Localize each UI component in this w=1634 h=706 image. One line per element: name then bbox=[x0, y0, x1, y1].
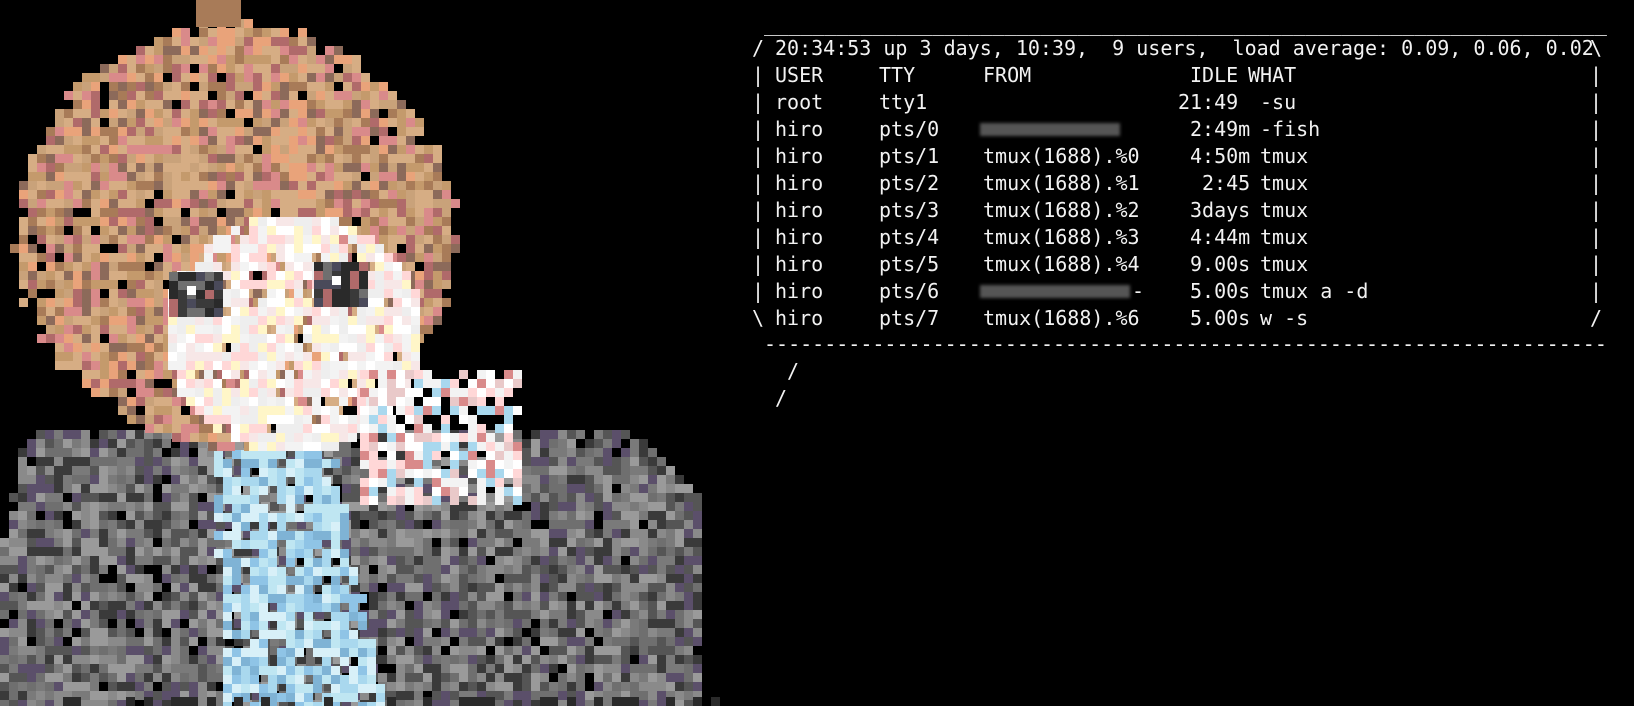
cell-user: hiro bbox=[775, 117, 824, 141]
cell-what: w -s bbox=[1260, 306, 1309, 330]
cell-idle: 4:44m bbox=[1190, 225, 1251, 249]
cell-what: tmux bbox=[1260, 198, 1309, 222]
column-what: WHAT bbox=[1248, 63, 1297, 87]
cell-user: root bbox=[775, 90, 824, 114]
column-from: FROM bbox=[983, 63, 1032, 87]
bubble-edge: | bbox=[1590, 279, 1603, 303]
cell-from: tmux(1688).%1 bbox=[983, 171, 1140, 195]
cell-what: tmux bbox=[1260, 144, 1309, 168]
cell-tty: pts/6 bbox=[879, 279, 940, 303]
bubble-edge: | bbox=[752, 90, 765, 114]
cell-from: tmux(1688).%2 bbox=[983, 198, 1140, 222]
cell-tty: tty1 bbox=[879, 90, 928, 114]
cell-idle: 5.00s bbox=[1190, 306, 1251, 330]
bubble-edge: | bbox=[1590, 144, 1603, 168]
cell-tty: pts/1 bbox=[879, 144, 940, 168]
cell-tty: pts/7 bbox=[879, 306, 940, 330]
cell-user: hiro bbox=[775, 279, 824, 303]
column-header-row: | USER TTY FROM IDLE WHAT | bbox=[752, 61, 1602, 89]
cell-from: - bbox=[1132, 279, 1145, 303]
cell-user: hiro bbox=[775, 252, 824, 276]
bubble-edge: | bbox=[752, 225, 765, 249]
cell-tty: pts/4 bbox=[879, 225, 940, 249]
column-tty: TTY bbox=[879, 63, 916, 87]
cell-what: tmux bbox=[1260, 252, 1309, 276]
bubble-right-edge: | bbox=[1590, 63, 1603, 87]
bubble-right-edge: \ bbox=[1590, 36, 1603, 60]
cell-idle: 2:49m bbox=[1190, 117, 1251, 141]
cell-tty: pts/0 bbox=[879, 117, 940, 141]
bubble-header-line: / 20:34:53 up 3 days, 10:39, 9 users, lo… bbox=[752, 34, 1602, 62]
column-user: USER bbox=[775, 63, 824, 87]
cell-from: tmux(1688).%4 bbox=[983, 252, 1140, 276]
cell-what: tmux bbox=[1260, 171, 1309, 195]
cell-from: tmux(1688).%3 bbox=[983, 225, 1140, 249]
cell-idle: 2:45 bbox=[1202, 171, 1251, 195]
bubble-edge: | bbox=[1590, 198, 1603, 222]
bubble-tail: / bbox=[775, 386, 788, 410]
bubble-edge: | bbox=[1590, 171, 1603, 195]
cell-user: hiro bbox=[775, 198, 824, 222]
bubble-edge: | bbox=[752, 144, 765, 168]
bubble-edge: | bbox=[752, 252, 765, 276]
bubble-edge: | bbox=[752, 198, 765, 222]
cell-user: hiro bbox=[775, 306, 824, 330]
cell-idle: 5.00s bbox=[1190, 279, 1251, 303]
bubble-bottom-border: ----------------------------------------… bbox=[764, 332, 1607, 356]
bubble-edge: | bbox=[752, 117, 765, 141]
cell-what: tmux a -d bbox=[1260, 279, 1369, 303]
cell-user: hiro bbox=[775, 225, 824, 249]
bubble-edge: | bbox=[1590, 252, 1603, 276]
cell-what: -fish bbox=[1260, 117, 1321, 141]
redacted-address bbox=[980, 285, 1130, 298]
cell-what: -su bbox=[1260, 90, 1297, 114]
cell-from: tmux(1688).%0 bbox=[983, 144, 1140, 168]
cell-what: tmux bbox=[1260, 225, 1309, 249]
column-idle: IDLE bbox=[1190, 63, 1239, 87]
bubble-edge: | bbox=[1590, 117, 1603, 141]
bubble-edge: | bbox=[752, 279, 765, 303]
cell-idle: 3days bbox=[1190, 198, 1251, 222]
bubble-edge: | bbox=[1590, 90, 1603, 114]
bubble-edge: | bbox=[1590, 225, 1603, 249]
cell-from: tmux(1688).%6 bbox=[983, 306, 1140, 330]
cell-idle: 4:50m bbox=[1190, 144, 1251, 168]
cell-idle: 9.00s bbox=[1190, 252, 1251, 276]
bubble-edge: \ bbox=[752, 306, 765, 330]
cell-tty: pts/5 bbox=[879, 252, 940, 276]
cell-idle: 21:49 bbox=[1178, 90, 1239, 114]
terminal-output: ________________________________________… bbox=[752, 10, 1632, 450]
bubble-left-edge: / bbox=[752, 36, 765, 60]
pixel-art-avatar-icon bbox=[0, 0, 745, 706]
uptime-text: 20:34:53 up 3 days, 10:39, 9 users, load… bbox=[775, 36, 1594, 60]
bubble-edge: / bbox=[1590, 306, 1603, 330]
bubble-left-edge: | bbox=[752, 63, 765, 87]
cell-user: hiro bbox=[775, 144, 824, 168]
cell-user: hiro bbox=[775, 171, 824, 195]
redacted-address bbox=[980, 123, 1120, 136]
cell-tty: pts/2 bbox=[879, 171, 940, 195]
bubble-edge: | bbox=[752, 171, 765, 195]
cell-tty: pts/3 bbox=[879, 198, 940, 222]
bubble-tail: / bbox=[787, 359, 800, 383]
